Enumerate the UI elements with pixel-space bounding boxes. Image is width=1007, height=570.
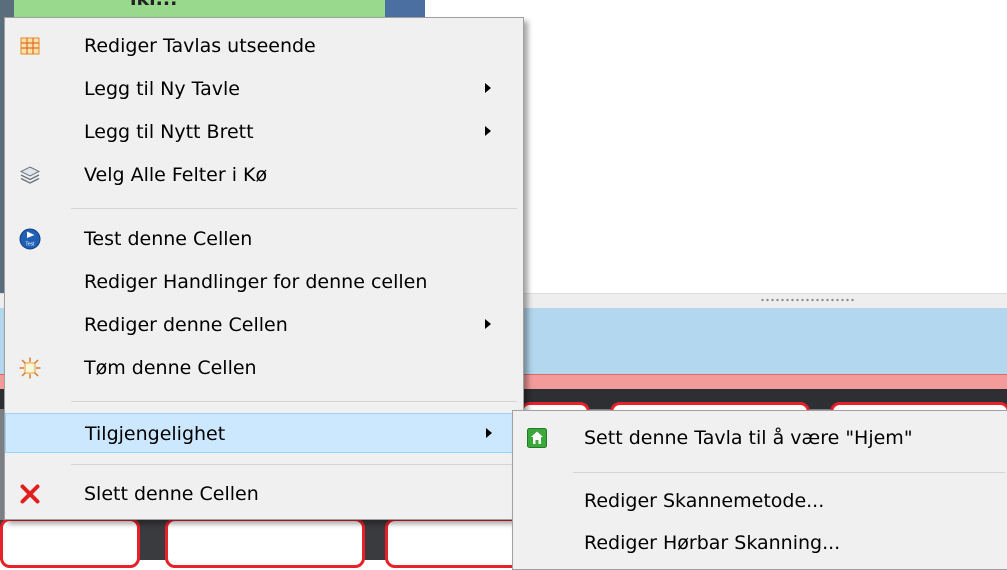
- menu-item-edit-cell-actions[interactable]: Rediger Handlinger for denne cellen: [5, 262, 523, 302]
- menu-item-label: Rediger Tavlas utseende: [84, 35, 316, 57]
- menu-item-label: Legg til Nytt Brett: [84, 121, 254, 143]
- menu-item-select-all-cells[interactable]: Velg Alle Felter i Kø: [5, 155, 523, 195]
- test-icon-text: Test: [25, 242, 35, 248]
- submenu-arrow-icon: [485, 83, 491, 93]
- submenu-item-edit-audible-scanning[interactable]: Rediger Hørbar Skanning...: [513, 523, 1007, 563]
- board-cell[interactable]: [165, 518, 365, 568]
- accessibility-submenu: Sett denne Tavla til å være "Hjem" Redig…: [512, 410, 1007, 570]
- stack-icon: [19, 166, 41, 184]
- menu-item-add-new-set[interactable]: Legg til Nytt Brett: [5, 112, 523, 152]
- menu-separator: [71, 208, 517, 209]
- submenu-item-label: Rediger Hørbar Skanning...: [584, 532, 841, 554]
- board-cell-blue[interactable]: [385, 0, 425, 18]
- submenu-item-set-home-board[interactable]: Sett denne Tavla til å være "Hjem": [513, 418, 1007, 458]
- menu-item-accessibility[interactable]: Tilgjengelighet: [5, 413, 523, 453]
- menu-item-label: Rediger Handlinger for denne cellen: [84, 271, 428, 293]
- menu-item-label: Velg Alle Felter i Kø: [84, 164, 268, 186]
- board-cell-label: ikl...: [130, 0, 177, 10]
- menu-item-add-new-board[interactable]: Legg til Ny Tavle: [5, 69, 523, 109]
- menu-item-delete-cell[interactable]: Slett denne Cellen: [5, 474, 523, 514]
- context-menu: Rediger Tavlas utseende Legg til Ny Tavl…: [4, 17, 524, 520]
- submenu-arrow-icon: [485, 126, 491, 136]
- menu-separator: [573, 472, 1005, 473]
- menu-separator: [71, 464, 517, 465]
- menu-item-label: Tøm denne Cellen: [84, 357, 257, 379]
- test-icon: Test: [19, 228, 41, 250]
- menu-item-label: Rediger denne Cellen: [84, 314, 288, 336]
- submenu-arrow-icon: [485, 319, 491, 329]
- menu-item-clear-cell[interactable]: Tøm denne Cellen: [5, 348, 523, 388]
- menu-item-label: Legg til Ny Tavle: [84, 78, 240, 100]
- menu-item-test-cell[interactable]: Test Test denne Cellen: [5, 219, 523, 259]
- menu-item-edit-board-appearance[interactable]: Rediger Tavlas utseende: [5, 26, 523, 66]
- submenu-arrow-icon: [486, 428, 492, 438]
- submenu-item-edit-scan-method[interactable]: Rediger Skannemetode...: [513, 481, 1007, 521]
- board-cell[interactable]: [0, 518, 140, 568]
- board-cell[interactable]: [385, 518, 525, 568]
- menu-item-label: Test denne Cellen: [84, 228, 253, 250]
- red-x-icon: [20, 484, 40, 504]
- home-icon: [527, 428, 547, 448]
- clear-burst-icon: [19, 357, 41, 379]
- menu-item-edit-cell[interactable]: Rediger denne Cellen: [5, 305, 523, 345]
- menu-item-label: Tilgjengelighet: [85, 423, 226, 445]
- menu-separator: [71, 401, 517, 402]
- menu-item-label: Slett denne Cellen: [84, 483, 259, 505]
- submenu-item-label: Sett denne Tavla til å være "Hjem": [584, 427, 913, 449]
- grid-icon: [20, 37, 40, 55]
- submenu-item-label: Rediger Skannemetode...: [584, 490, 825, 512]
- splitter-grip-icon[interactable]: [760, 298, 856, 302]
